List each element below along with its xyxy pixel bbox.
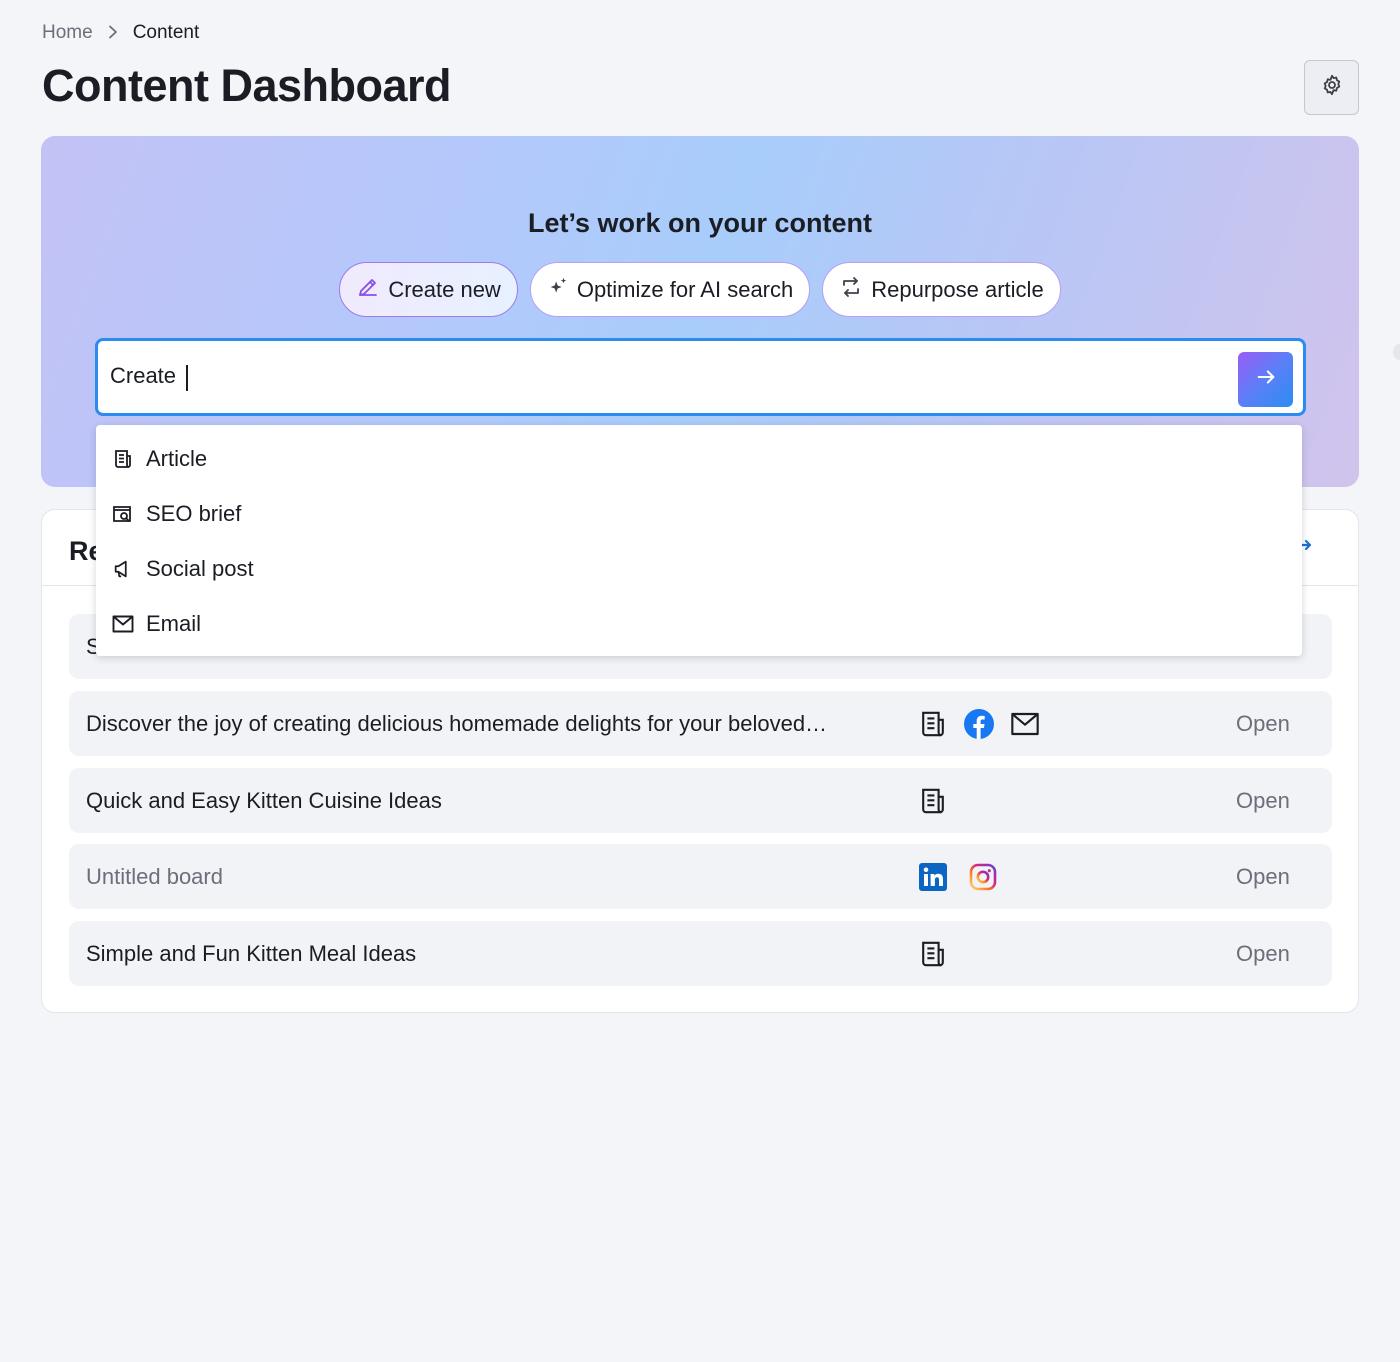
dropdown-item-label: SEO brief bbox=[146, 500, 242, 526]
breadcrumb-home-link[interactable]: Home bbox=[42, 22, 93, 44]
gear-icon bbox=[1320, 73, 1344, 102]
dropdown-item-email[interactable]: Email bbox=[96, 596, 1302, 651]
row-channels bbox=[918, 939, 948, 969]
linkedin-icon bbox=[918, 862, 948, 892]
prompt-input[interactable]: Create bbox=[110, 363, 1303, 391]
row-title: Untitled board bbox=[86, 863, 223, 889]
row-title: Quick and Easy Kitten Cuisine Ideas bbox=[86, 787, 442, 813]
table-row[interactable]: Discover the joy of creating delicious h… bbox=[69, 691, 1332, 756]
page-title: Content Dashboard bbox=[42, 60, 452, 111]
mode-tabs: Create new Optimize for AI search Repurp… bbox=[41, 262, 1359, 317]
article-icon bbox=[918, 709, 948, 739]
dropdown-item-label: Social post bbox=[146, 555, 254, 581]
table-row[interactable]: Untitled board Open bbox=[69, 844, 1332, 909]
chevron-right-icon bbox=[107, 23, 119, 44]
article-icon bbox=[112, 448, 134, 470]
table-row[interactable]: Quick and Easy Kitten Cuisine Ideas Open bbox=[69, 768, 1332, 833]
tab-label: Optimize for AI search bbox=[576, 276, 794, 302]
open-button[interactable]: Open bbox=[1236, 941, 1290, 967]
tab-create-new[interactable]: Create new bbox=[339, 262, 518, 317]
open-button[interactable]: Open bbox=[1236, 864, 1290, 890]
sparkle-icon bbox=[547, 276, 569, 304]
submit-button[interactable] bbox=[1238, 352, 1293, 407]
email-icon bbox=[1010, 709, 1040, 739]
pencil-icon bbox=[356, 275, 380, 305]
arrow-right-icon bbox=[1255, 366, 1277, 393]
open-button[interactable]: Open bbox=[1236, 788, 1290, 814]
dropdown-item-seo-brief[interactable]: SEO brief bbox=[96, 486, 1302, 541]
hero-title: Let’s work on your content bbox=[527, 208, 873, 238]
article-icon bbox=[918, 786, 948, 816]
tab-repurpose-article[interactable]: Repurpose article bbox=[822, 262, 1061, 317]
tab-label: Repurpose article bbox=[871, 276, 1044, 302]
prompt-input-container[interactable]: Create bbox=[95, 338, 1306, 416]
row-title: Simple and Fun Kitten Meal Ideas bbox=[86, 940, 417, 966]
tab-label: Create new bbox=[388, 276, 501, 302]
megaphone-icon bbox=[112, 558, 134, 580]
instagram-icon bbox=[968, 862, 998, 892]
row-channels bbox=[918, 862, 998, 892]
row-channels bbox=[918, 708, 1040, 739]
article-icon bbox=[918, 939, 948, 969]
dropdown-item-label: Email bbox=[146, 610, 202, 636]
facebook-icon bbox=[964, 708, 994, 739]
dropdown-item-social-post[interactable]: Social post bbox=[96, 541, 1302, 596]
dropdown-item-label: Article bbox=[146, 445, 208, 471]
seo-brief-icon bbox=[112, 503, 134, 525]
text-caret bbox=[186, 364, 189, 391]
create-type-dropdown: Article SEO brief Social post Email bbox=[96, 425, 1302, 656]
row-title: Discover the joy of creating delicious h… bbox=[86, 710, 828, 736]
email-icon bbox=[112, 613, 134, 635]
scroll-handle[interactable] bbox=[1393, 344, 1400, 360]
row-channels bbox=[918, 786, 948, 816]
tab-optimize-ai-search[interactable]: Optimize for AI search bbox=[529, 262, 811, 317]
table-row[interactable]: Simple and Fun Kitten Meal Ideas Open bbox=[69, 921, 1332, 986]
breadcrumb: Home Content bbox=[42, 22, 199, 44]
dropdown-item-article[interactable]: Article bbox=[96, 431, 1302, 486]
repurpose-icon bbox=[839, 275, 863, 305]
settings-button[interactable] bbox=[1304, 60, 1359, 115]
open-button[interactable]: Open bbox=[1236, 711, 1290, 737]
breadcrumb-current: Content bbox=[132, 22, 200, 43]
prompt-input-value: Create bbox=[110, 363, 183, 389]
